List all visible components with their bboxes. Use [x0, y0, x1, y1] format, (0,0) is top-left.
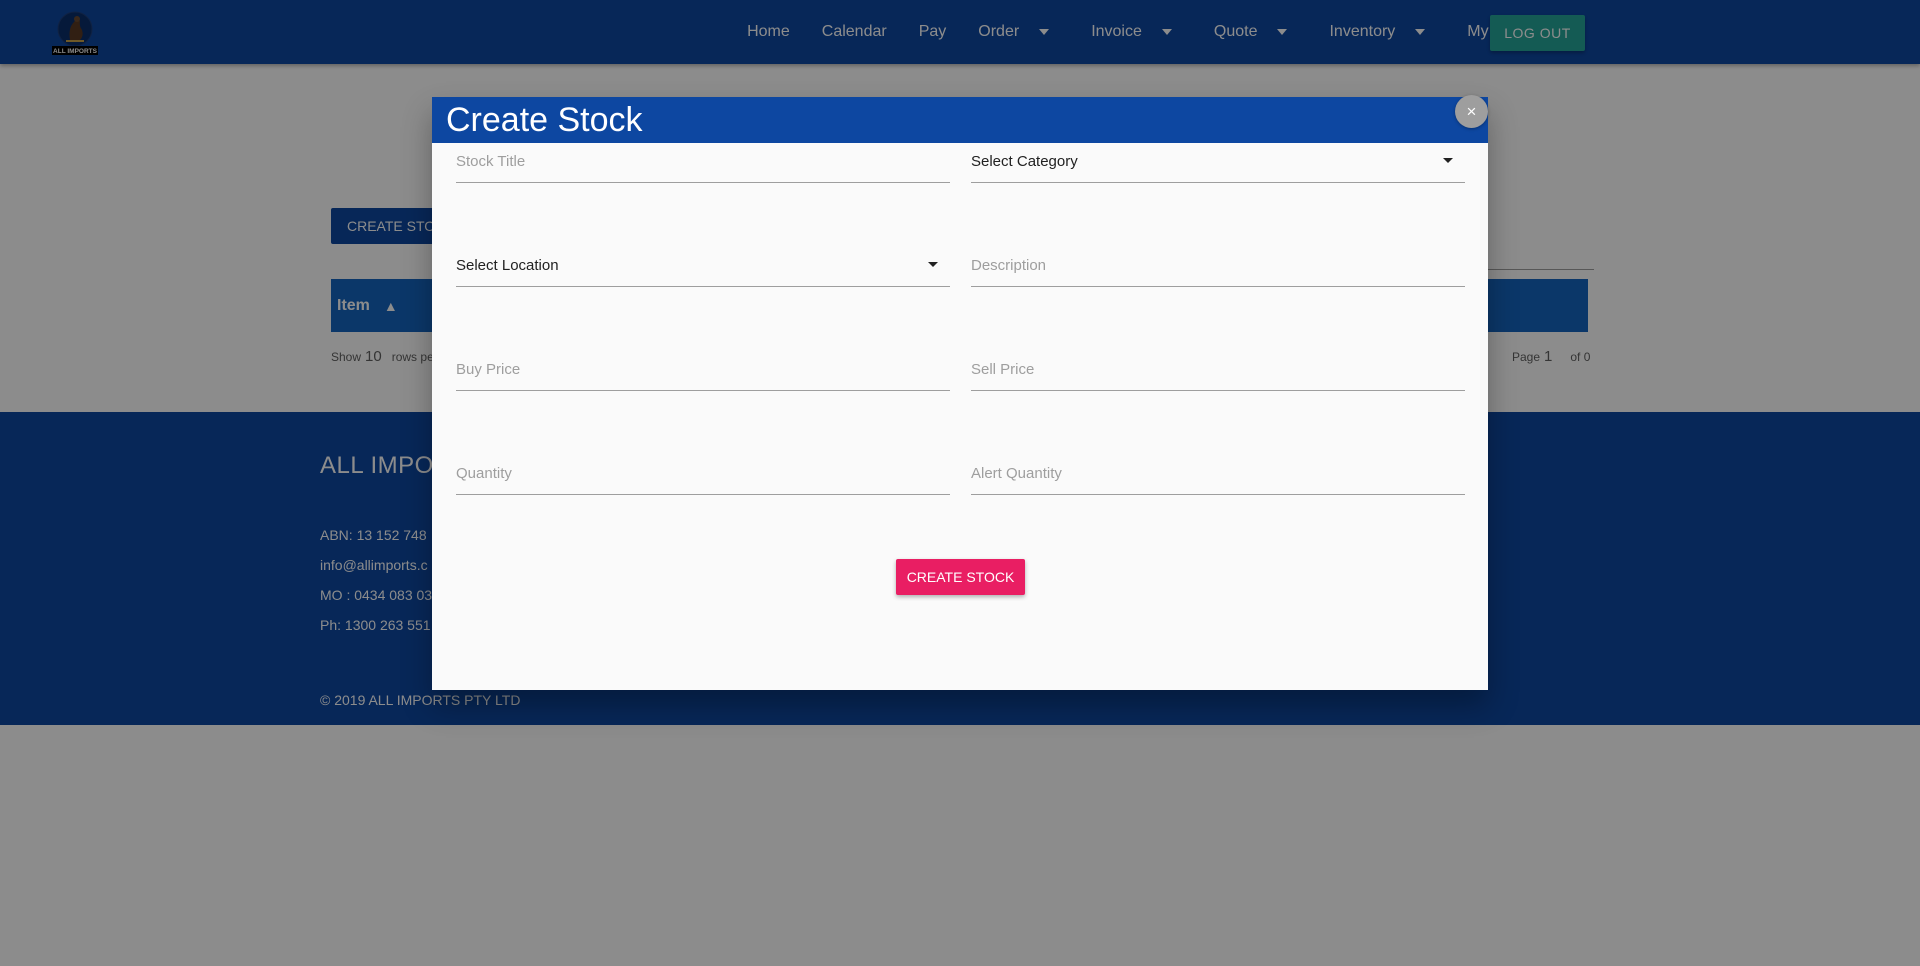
caret-down-icon [928, 262, 938, 267]
description-field [971, 245, 1465, 287]
location-select-label: Select Location [456, 257, 559, 274]
stock-title-field [456, 141, 950, 183]
sell-price-field [971, 349, 1465, 391]
location-select[interactable]: Select Location [456, 245, 950, 287]
alert-quantity-input[interactable] [971, 453, 1465, 493]
buy-price-field [456, 349, 950, 391]
buy-price-input[interactable] [456, 349, 950, 389]
category-select-label: Select Category [971, 153, 1078, 170]
quantity-input[interactable] [456, 453, 950, 493]
category-select[interactable]: Select Category [971, 141, 1465, 183]
description-input[interactable] [971, 245, 1465, 285]
caret-down-icon [1443, 158, 1453, 163]
stock-title-input[interactable] [456, 141, 950, 181]
create-stock-submit-button[interactable]: CREATE STOCK [896, 559, 1025, 595]
modal-title: Create Stock [432, 97, 1488, 143]
close-icon[interactable]: × [1455, 95, 1488, 128]
alert-quantity-field [971, 453, 1465, 495]
quantity-field [456, 453, 950, 495]
create-stock-modal: Create Stock Select Category Select Loca… [432, 97, 1488, 690]
sell-price-input[interactable] [971, 349, 1465, 389]
